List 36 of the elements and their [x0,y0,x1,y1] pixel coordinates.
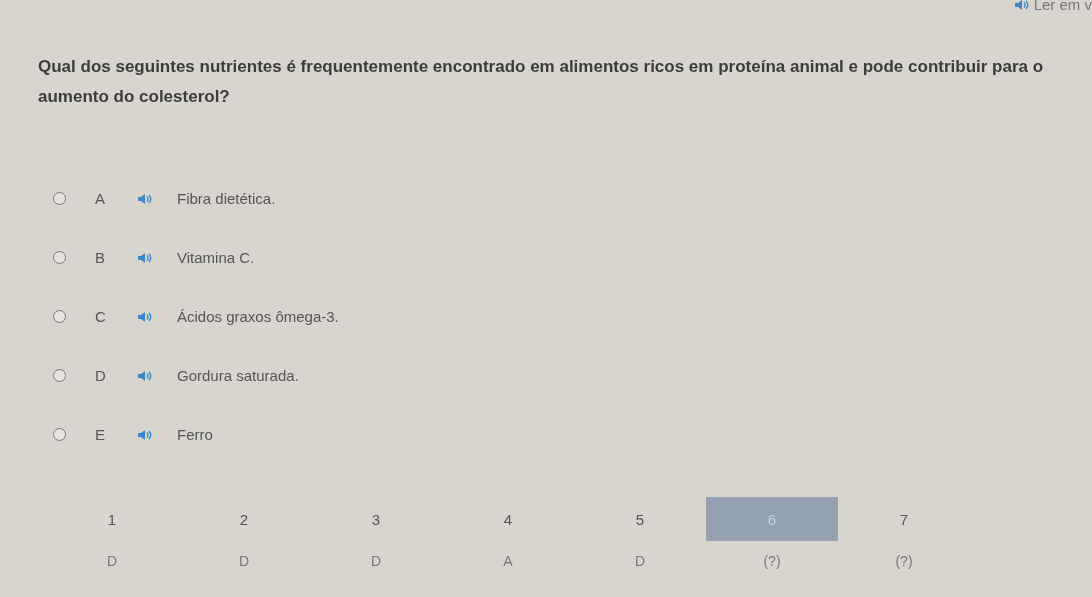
radio-button[interactable] [53,428,66,441]
option-text[interactable]: Fibra dietética. [177,190,276,207]
radio-button[interactable] [53,310,66,323]
question-number-tab[interactable]: 2 [178,497,310,541]
read-aloud-link[interactable]: Ler em v [1033,0,1092,13]
speaker-icon[interactable] [137,251,153,264]
option-letter: A [95,190,106,207]
speaker-icon[interactable] [1013,0,1030,11]
answer-label: D [106,553,118,569]
speaker-icon[interactable] [137,192,153,205]
speaker-icon[interactable] [137,428,153,441]
answer-label: D [370,553,382,569]
option-text[interactable]: Gordura saturada. [177,367,299,384]
answer-label: A [503,553,513,569]
option-letter: B [95,249,106,266]
option-text[interactable]: Ferro [177,426,213,443]
speaker-icon[interactable] [137,369,153,382]
option-letter: C [95,308,107,325]
answer-label: (?) [895,553,913,569]
question-number-tab[interactable]: 7 [838,497,970,541]
question-number-tab[interactable]: 3 [310,497,442,541]
speaker-icon[interactable] [137,310,153,323]
question-number-tab[interactable]: 5 [574,497,706,541]
answer-label: (?) [763,553,781,569]
question-number-tab[interactable]: 1 [46,497,178,541]
radio-button[interactable] [53,369,66,382]
option-text[interactable]: Ácidos graxos ômega-3. [177,308,339,325]
option-text[interactable]: Vitamina C. [177,249,255,266]
question-text: Qual dos seguintes nutrientes é frequentemente encontrado em alimentos ricos em proteína animal e pode contribuir para o aumento do colesterol? [38,56,1045,108]
option-letter: E [95,426,106,443]
radio-button[interactable] [53,192,66,205]
answer-label: D [634,553,646,569]
answer-label: D [238,553,250,569]
option-letter: D [95,367,107,384]
question-number-tab[interactable]: 4 [442,497,574,541]
radio-button[interactable] [53,251,66,264]
